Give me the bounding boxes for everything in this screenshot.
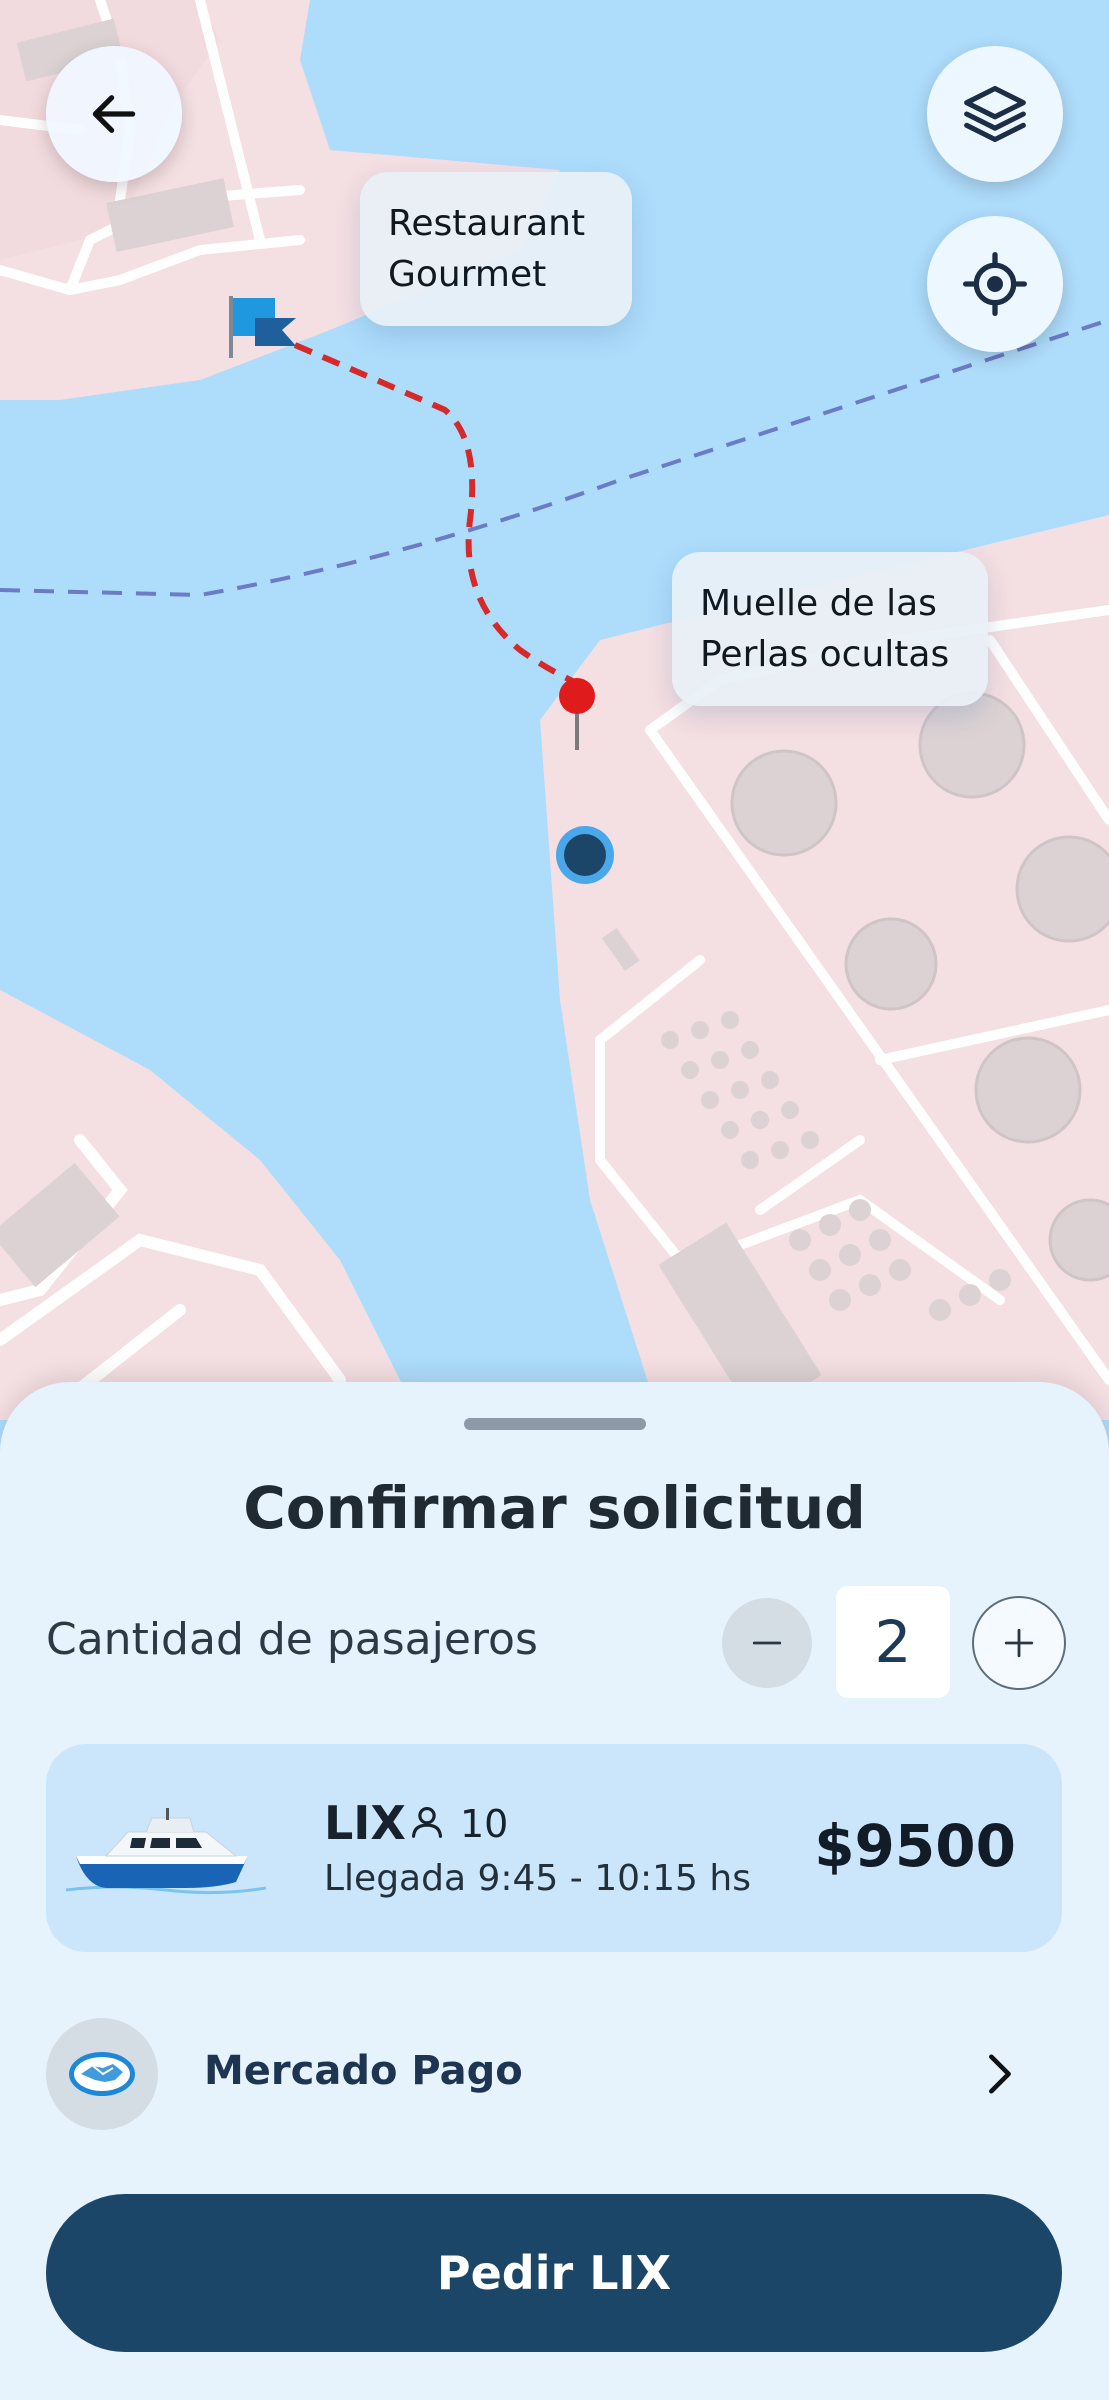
origin-label[interactable]: Muelle de las Perlas ocultas [672,552,988,706]
ride-name: LIX [324,1796,406,1850]
chevron-right-icon [989,2054,1011,2094]
locate-button[interactable] [927,216,1063,352]
back-button[interactable] [46,46,182,182]
user-location-dot [556,826,614,884]
layers-icon [964,85,1026,143]
origin-label-line2: Perlas ocultas [700,634,950,675]
handshake-icon [69,2052,135,2096]
increase-passengers-button[interactable] [972,1596,1066,1690]
destination-label-line2: Gourmet [388,254,547,295]
passengers-count[interactable]: 2 [836,1586,950,1698]
payment-logo [46,2018,158,2130]
minus-icon [752,1641,782,1645]
ride-option-card[interactable]: LIX 10 Llegada 9:45 - 10:15 hs $9500 [46,1744,1062,1952]
sheet-handle[interactable] [464,1418,646,1430]
map-view[interactable]: Restaurant Gourmet Muelle de las Perlas … [0,0,1109,1426]
payment-method-label: Mercado Pago [204,2048,523,2094]
plus-icon [1004,1628,1034,1658]
crosshair-icon [963,252,1027,316]
layers-button[interactable] [927,46,1063,182]
ride-capacity: 10 [460,1802,509,1846]
boat-icon [66,1808,266,1895]
decrease-passengers-button[interactable] [722,1598,812,1688]
sheet-title: Confirmar solicitud [243,1474,866,1542]
confirm-sheet: Confirmar solicitud Cantidad de pasajero… [0,1382,1109,2400]
ride-arrival: Llegada 9:45 - 10:15 hs [324,1858,751,1899]
arrow-left-icon [92,95,136,133]
ride-price: $9500 [814,1812,1016,1880]
destination-label[interactable]: Restaurant Gourmet [360,172,632,326]
passengers-label: Cantidad de pasajeros [46,1614,538,1665]
destination-label-line1: Restaurant [388,203,586,244]
person-icon [411,1806,443,1838]
payment-method-row[interactable]: Mercado Pago [46,2018,1062,2130]
origin-label-line1: Muelle de las [700,583,937,624]
request-ride-button[interactable]: Pedir LIX [46,2194,1062,2352]
